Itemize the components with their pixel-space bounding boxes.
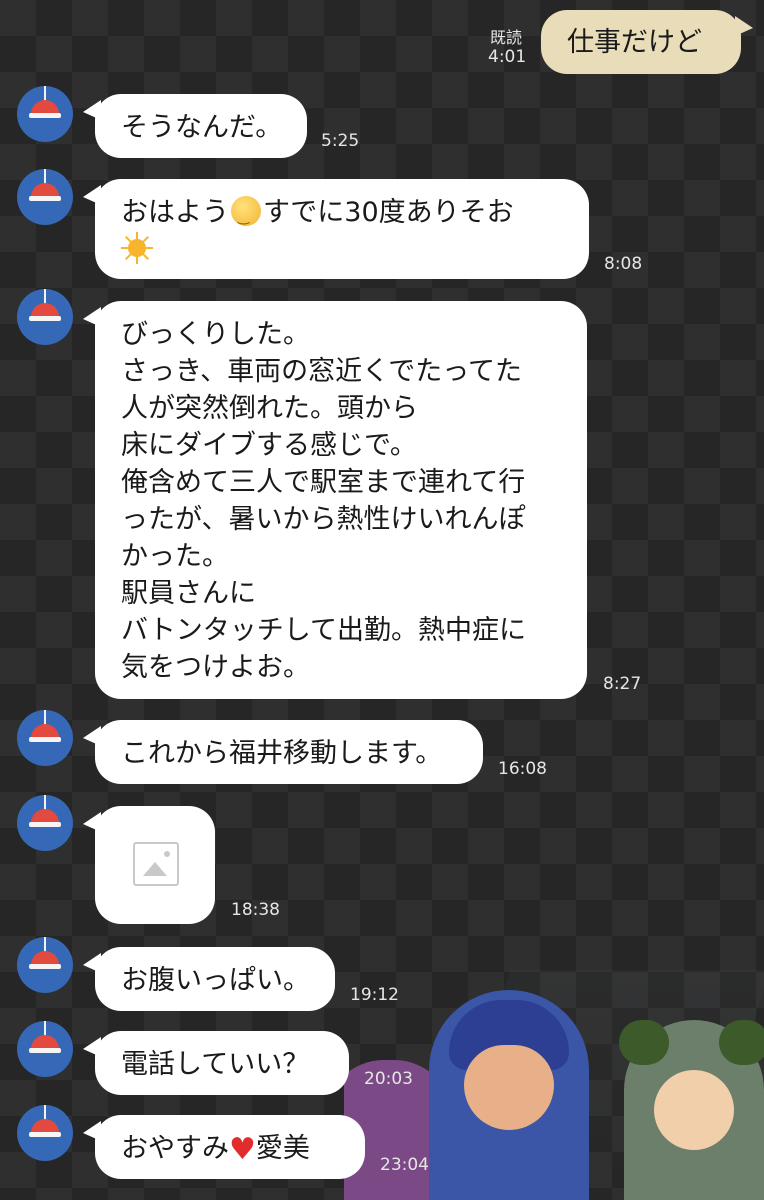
lamp-icon	[44, 86, 46, 101]
image-placeholder-icon	[133, 842, 179, 886]
message-text-line: バトンタッチして出勤。熱中症に	[121, 615, 526, 646]
message-text: おやすみ	[121, 1133, 229, 1164]
contact-avatar[interactable]	[17, 1021, 73, 1077]
message-text-line: さっき、車両の窓近くでたってた	[121, 356, 522, 387]
sun-emoji	[121, 232, 153, 264]
read-receipt: 既読	[490, 28, 523, 47]
received-message-bubble[interactable]: おやすみ♥愛美	[83, 1115, 365, 1179]
sent-message-bubble[interactable]: 仕事だけど	[541, 10, 753, 74]
message-text-line: かった。	[121, 541, 229, 572]
sent-message-text: 仕事だけど	[567, 27, 702, 58]
message-text: 電話していい？	[121, 1049, 310, 1080]
message-text: おはよう	[121, 197, 229, 228]
contact-avatar[interactable]	[17, 86, 73, 142]
message-text-line: 人が突然倒れた。頭から	[121, 393, 418, 424]
message-text: そうなんだ。	[121, 112, 283, 143]
message-text-line: 床にダイブする感じで。	[121, 430, 417, 461]
contact-avatar[interactable]	[17, 710, 73, 766]
received-message-bubble[interactable]: びっくりした。 さっき、車両の窓近くでたってた 人が突然倒れた。頭から 床にダイ…	[83, 301, 587, 699]
message-text-line: 気をつけよお。	[121, 652, 310, 683]
message-time: 23:04	[380, 1155, 429, 1175]
red-heart-emoji: ♥	[229, 1132, 256, 1167]
message-text-line: びっくりした。	[121, 319, 310, 350]
lamp-icon	[44, 1021, 46, 1036]
message-time: 20:03	[364, 1069, 413, 1089]
received-message-bubble[interactable]: おはよう すでに30度ありそお	[83, 179, 589, 279]
sun-with-face-emoji	[231, 196, 261, 236]
message-time: 8:27	[603, 674, 642, 694]
chat-area[interactable]: 既読 4:01 仕事だけど そうなんだ。 5:25 おはよう すでに30度ありそお…	[0, 0, 764, 1200]
lamp-icon	[44, 1105, 46, 1120]
message-text: これから福井移動します。	[121, 738, 443, 769]
message-text: すでに30度ありそお	[263, 197, 514, 228]
lamp-icon	[44, 937, 46, 952]
lamp-icon	[44, 169, 46, 184]
sent-time: 4:01	[488, 47, 527, 67]
contact-avatar[interactable]	[17, 1105, 73, 1161]
lamp-icon	[44, 710, 46, 725]
lamp-icon	[44, 795, 46, 810]
message-time: 18:38	[231, 900, 280, 920]
received-message-bubble[interactable]: そうなんだ。	[83, 94, 307, 158]
contact-avatar[interactable]	[17, 289, 73, 345]
message-time: 16:08	[498, 759, 547, 779]
message-text: お腹いっぱい。	[121, 965, 310, 996]
lamp-icon	[44, 289, 46, 304]
message-text-line: ったが、暑いから熱性けいれんぽ	[121, 504, 526, 535]
contact-avatar[interactable]	[17, 795, 73, 851]
message-time: 8:08	[604, 254, 643, 274]
image-message-bubble[interactable]	[83, 806, 215, 924]
message-text: 愛美	[255, 1133, 310, 1164]
received-message-bubble[interactable]: これから福井移動します。	[83, 720, 483, 784]
received-message-bubble[interactable]: 電話していい？	[83, 1031, 349, 1095]
received-message-bubble[interactable]: お腹いっぱい。	[83, 947, 335, 1011]
message-time: 5:25	[321, 131, 360, 151]
contact-avatar[interactable]	[17, 169, 73, 225]
message-time: 19:12	[350, 985, 399, 1005]
message-text-line: 俺含めて三人で駅室まで連れて行	[121, 467, 526, 498]
message-text-line: 駅員さんに	[121, 578, 256, 609]
contact-avatar[interactable]	[17, 937, 73, 993]
